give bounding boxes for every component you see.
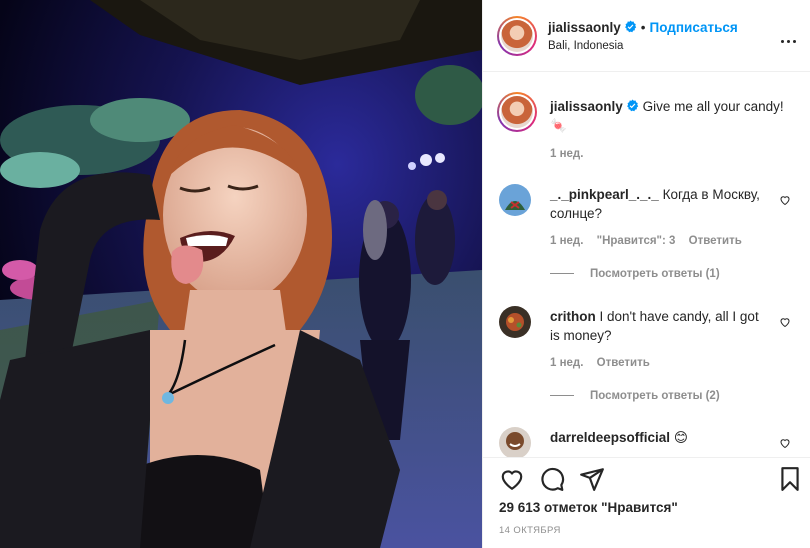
- comment-avatar[interactable]: [499, 184, 531, 216]
- verified-icon: [624, 20, 636, 33]
- post-photo[interactable]: [0, 0, 482, 548]
- share-icon[interactable]: [579, 466, 605, 492]
- post-date[interactable]: 14 ОКТЯБРЯ: [499, 525, 561, 536]
- reply-button[interactable]: Ответить: [597, 357, 650, 369]
- comment-meta: 1 нед. "Нравится": 3 Ответить: [550, 235, 752, 247]
- comment-avatar[interactable]: [499, 427, 531, 457]
- view-replies-button[interactable]: Посмотреть ответы (2): [550, 390, 720, 402]
- caption-avatar[interactable]: [497, 92, 537, 132]
- comment-username[interactable]: crithon: [550, 309, 596, 324]
- bookmark-icon[interactable]: [777, 466, 803, 492]
- header-separator: •: [640, 20, 646, 35]
- replies-divider: [550, 395, 574, 397]
- view-replies-label: Посмотреть ответы (2): [590, 390, 720, 402]
- comment-text: 😊: [673, 430, 688, 445]
- post-caption: jialissaonly Give me all your candy! 🍬: [550, 97, 795, 135]
- comment-like-heart-icon[interactable]: [779, 437, 791, 449]
- comment-icon[interactable]: [539, 466, 565, 492]
- post-actions: 29 613 отметок "Нравится" 14 ОКТЯБРЯ: [483, 457, 810, 548]
- caption-username[interactable]: jialissaonly: [550, 99, 623, 114]
- comment-username[interactable]: _._pinkpearl_._._: [550, 187, 659, 202]
- replies-divider: [550, 273, 574, 275]
- comment-body: darreldeepsofficial 😊: [550, 428, 770, 447]
- post-location[interactable]: Bali, Indonesia: [548, 40, 623, 52]
- caption-time[interactable]: 1 нед.: [550, 148, 583, 160]
- likes-count[interactable]: 29 613 отметок "Нравится": [499, 500, 678, 515]
- comment-body: _._pinkpearl_._._ Когда в Москву, солнце…: [550, 185, 770, 223]
- comment-time[interactable]: 1 нед.: [550, 235, 583, 247]
- view-replies-label: Посмотреть ответы (1): [590, 268, 720, 280]
- view-replies-button[interactable]: Посмотреть ответы (1): [550, 268, 720, 280]
- comment-likes[interactable]: "Нравится": 3: [597, 235, 676, 247]
- reply-button[interactable]: Ответить: [689, 235, 742, 247]
- comment-like-heart-icon[interactable]: [779, 316, 791, 328]
- post-side-panel: jialissaonly • Подписаться Bali, Indonesia…: [482, 0, 810, 548]
- author-username[interactable]: jialissaonly: [548, 20, 621, 35]
- heart-icon[interactable]: [499, 466, 525, 492]
- more-options-icon[interactable]: [779, 30, 799, 43]
- verified-icon: [626, 99, 638, 112]
- follow-button[interactable]: Подписаться: [650, 20, 738, 35]
- caption-meta: 1 нед.: [550, 148, 593, 160]
- author-avatar[interactable]: [497, 16, 537, 56]
- comments-section[interactable]: jialissaonly Give me all your candy! 🍬 1…: [483, 72, 810, 457]
- comment-username[interactable]: darreldeepsofficial: [550, 430, 670, 445]
- comment-avatar[interactable]: [499, 306, 531, 338]
- header-name-line: jialissaonly • Подписаться: [548, 20, 738, 35]
- comment-meta: 1 нед. Ответить: [550, 357, 660, 369]
- comment-body: crithon I don't have candy, all I got is…: [550, 307, 770, 345]
- comment-like-heart-icon[interactable]: [779, 194, 791, 206]
- comment-time[interactable]: 1 нед.: [550, 357, 583, 369]
- post-header: jialissaonly • Подписаться Bali, Indonesia: [483, 0, 810, 72]
- post-photo-illustration: [0, 0, 482, 548]
